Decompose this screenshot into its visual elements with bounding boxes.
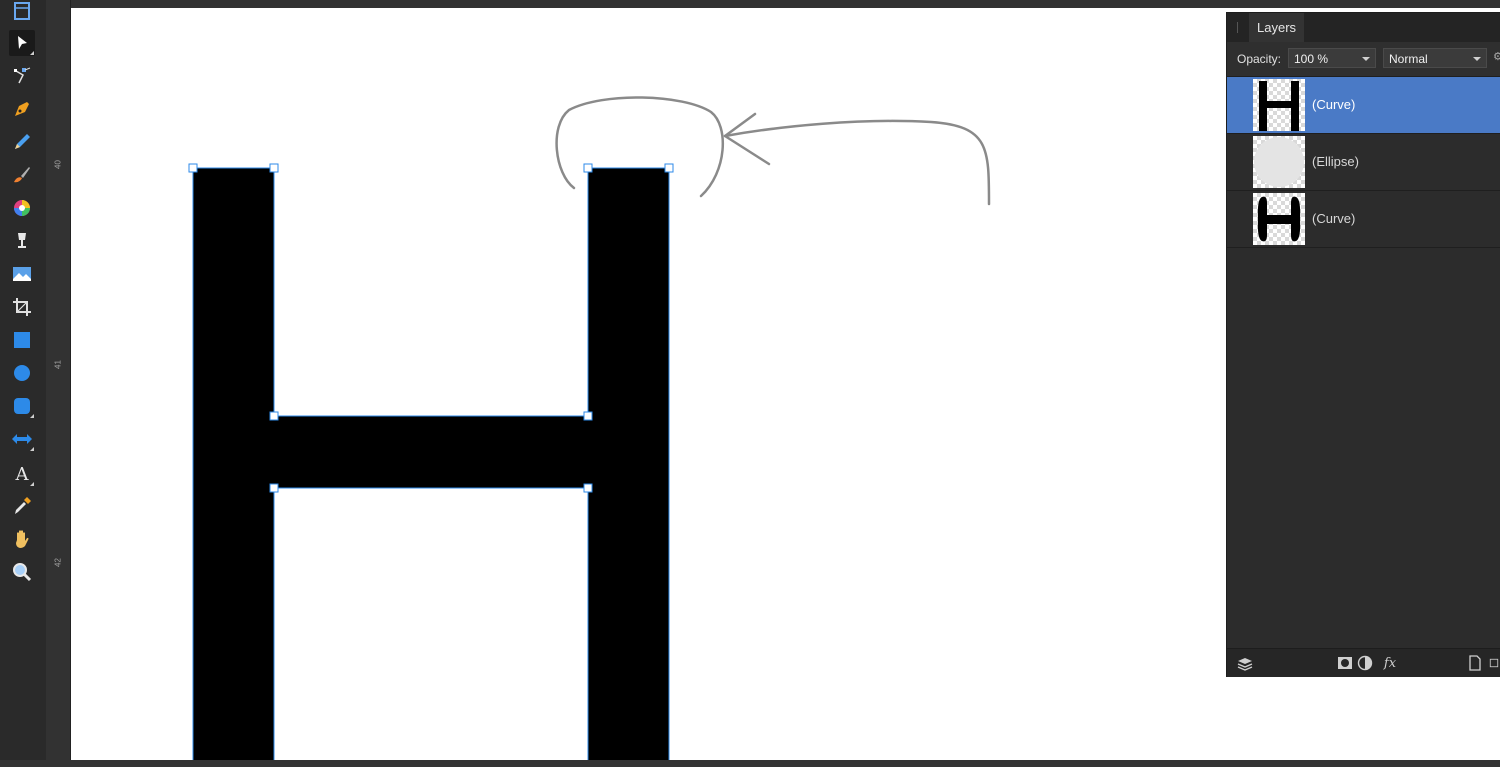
layer-row-curve[interactable]: (Curve) — [1227, 191, 1500, 248]
h-curve-shape[interactable] — [192, 167, 670, 760]
zoom-tool-icon[interactable] — [9, 559, 35, 585]
layer-row-ellipse[interactable]: (Ellipse) — [1227, 134, 1500, 191]
gear-icon[interactable]: ⚙ — [1493, 50, 1500, 66]
arrow-shape-tool-icon[interactable] — [9, 426, 35, 452]
add-layer-icon[interactable] — [1467, 655, 1483, 671]
node-tool-icon[interactable] — [9, 63, 35, 89]
layers-panel: Layers Opacity: 100 % Normal ⚙ (Curve) (… — [1226, 12, 1500, 677]
layers-stack-icon[interactable] — [1237, 655, 1253, 671]
layer-row-curve[interactable]: (Curve) — [1227, 77, 1500, 134]
rectangle-tool-icon[interactable] — [9, 327, 35, 353]
pencil-arrow-head[interactable] — [723, 112, 771, 166]
fx-icon[interactable]: fx — [1382, 655, 1398, 671]
place-image-tool-icon[interactable] — [9, 261, 35, 287]
layer-name: (Ellipse) — [1312, 154, 1359, 169]
hand-tool-icon[interactable] — [9, 526, 35, 552]
horizontal-ruler — [46, 0, 1500, 8]
tab-layers[interactable]: Layers — [1249, 13, 1305, 42]
fx-label: fx — [1383, 655, 1397, 671]
chevron-down-icon — [1362, 57, 1370, 61]
ruler-label-40: 40 — [53, 160, 63, 169]
view-tool-icon[interactable] — [9, 0, 35, 26]
vector-brush-tool-icon[interactable] — [9, 162, 35, 188]
rounded-rectangle-tool-icon[interactable] — [9, 393, 35, 419]
layer-name: (Curve) — [1312, 97, 1356, 112]
color-picker-tool-icon[interactable] — [9, 493, 35, 519]
mask-icon[interactable] — [1337, 655, 1353, 671]
opacity-value: 100 % — [1294, 52, 1329, 66]
ellipse-tool-icon[interactable] — [9, 360, 35, 386]
ruler-label-41: 41 — [53, 360, 63, 369]
layer-options-bar: Opacity: 100 % Normal ⚙ — [1227, 42, 1500, 77]
tools-toolbar: A — [0, 0, 46, 767]
adjustment-icon[interactable] — [1357, 655, 1373, 671]
vertical-ruler: 40 41 42 — [46, 0, 71, 767]
ruler-label-42: 42 — [53, 558, 63, 567]
pencil-tool-icon[interactable] — [9, 129, 35, 155]
crop-tool-icon[interactable] — [9, 294, 35, 320]
panel-tab-bar: Layers — [1227, 13, 1500, 42]
layer-thumbnail — [1253, 136, 1305, 188]
h-rounded-thumb-icon — [1257, 196, 1301, 242]
panel-grip[interactable] — [1237, 22, 1238, 33]
add-group-icon[interactable] — [1489, 655, 1499, 671]
pen-tool-icon[interactable] — [9, 96, 35, 122]
chevron-down-icon — [1473, 57, 1481, 61]
blend-mode-select[interactable]: Normal — [1383, 48, 1487, 68]
transparency-tool-icon[interactable] — [9, 228, 35, 254]
opacity-field[interactable]: 100 % — [1288, 48, 1376, 68]
artistic-text-tool-icon[interactable]: A — [9, 461, 35, 487]
blend-mode-value: Normal — [1389, 52, 1428, 66]
artistic-text-label: A — [15, 463, 29, 485]
status-bar — [0, 760, 1500, 767]
h-outline-thumb-icon — [1259, 81, 1299, 131]
layers-panel-footer: fx — [1227, 648, 1500, 677]
fill-tool-icon[interactable] — [9, 195, 35, 221]
layer-thumbnail — [1253, 193, 1305, 245]
ellipse-thumb-icon — [1254, 137, 1304, 187]
layer-thumbnail — [1253, 79, 1305, 131]
opacity-label: Opacity: — [1237, 52, 1282, 66]
layer-name: (Curve) — [1312, 211, 1356, 226]
move-tool-icon[interactable] — [9, 30, 35, 56]
